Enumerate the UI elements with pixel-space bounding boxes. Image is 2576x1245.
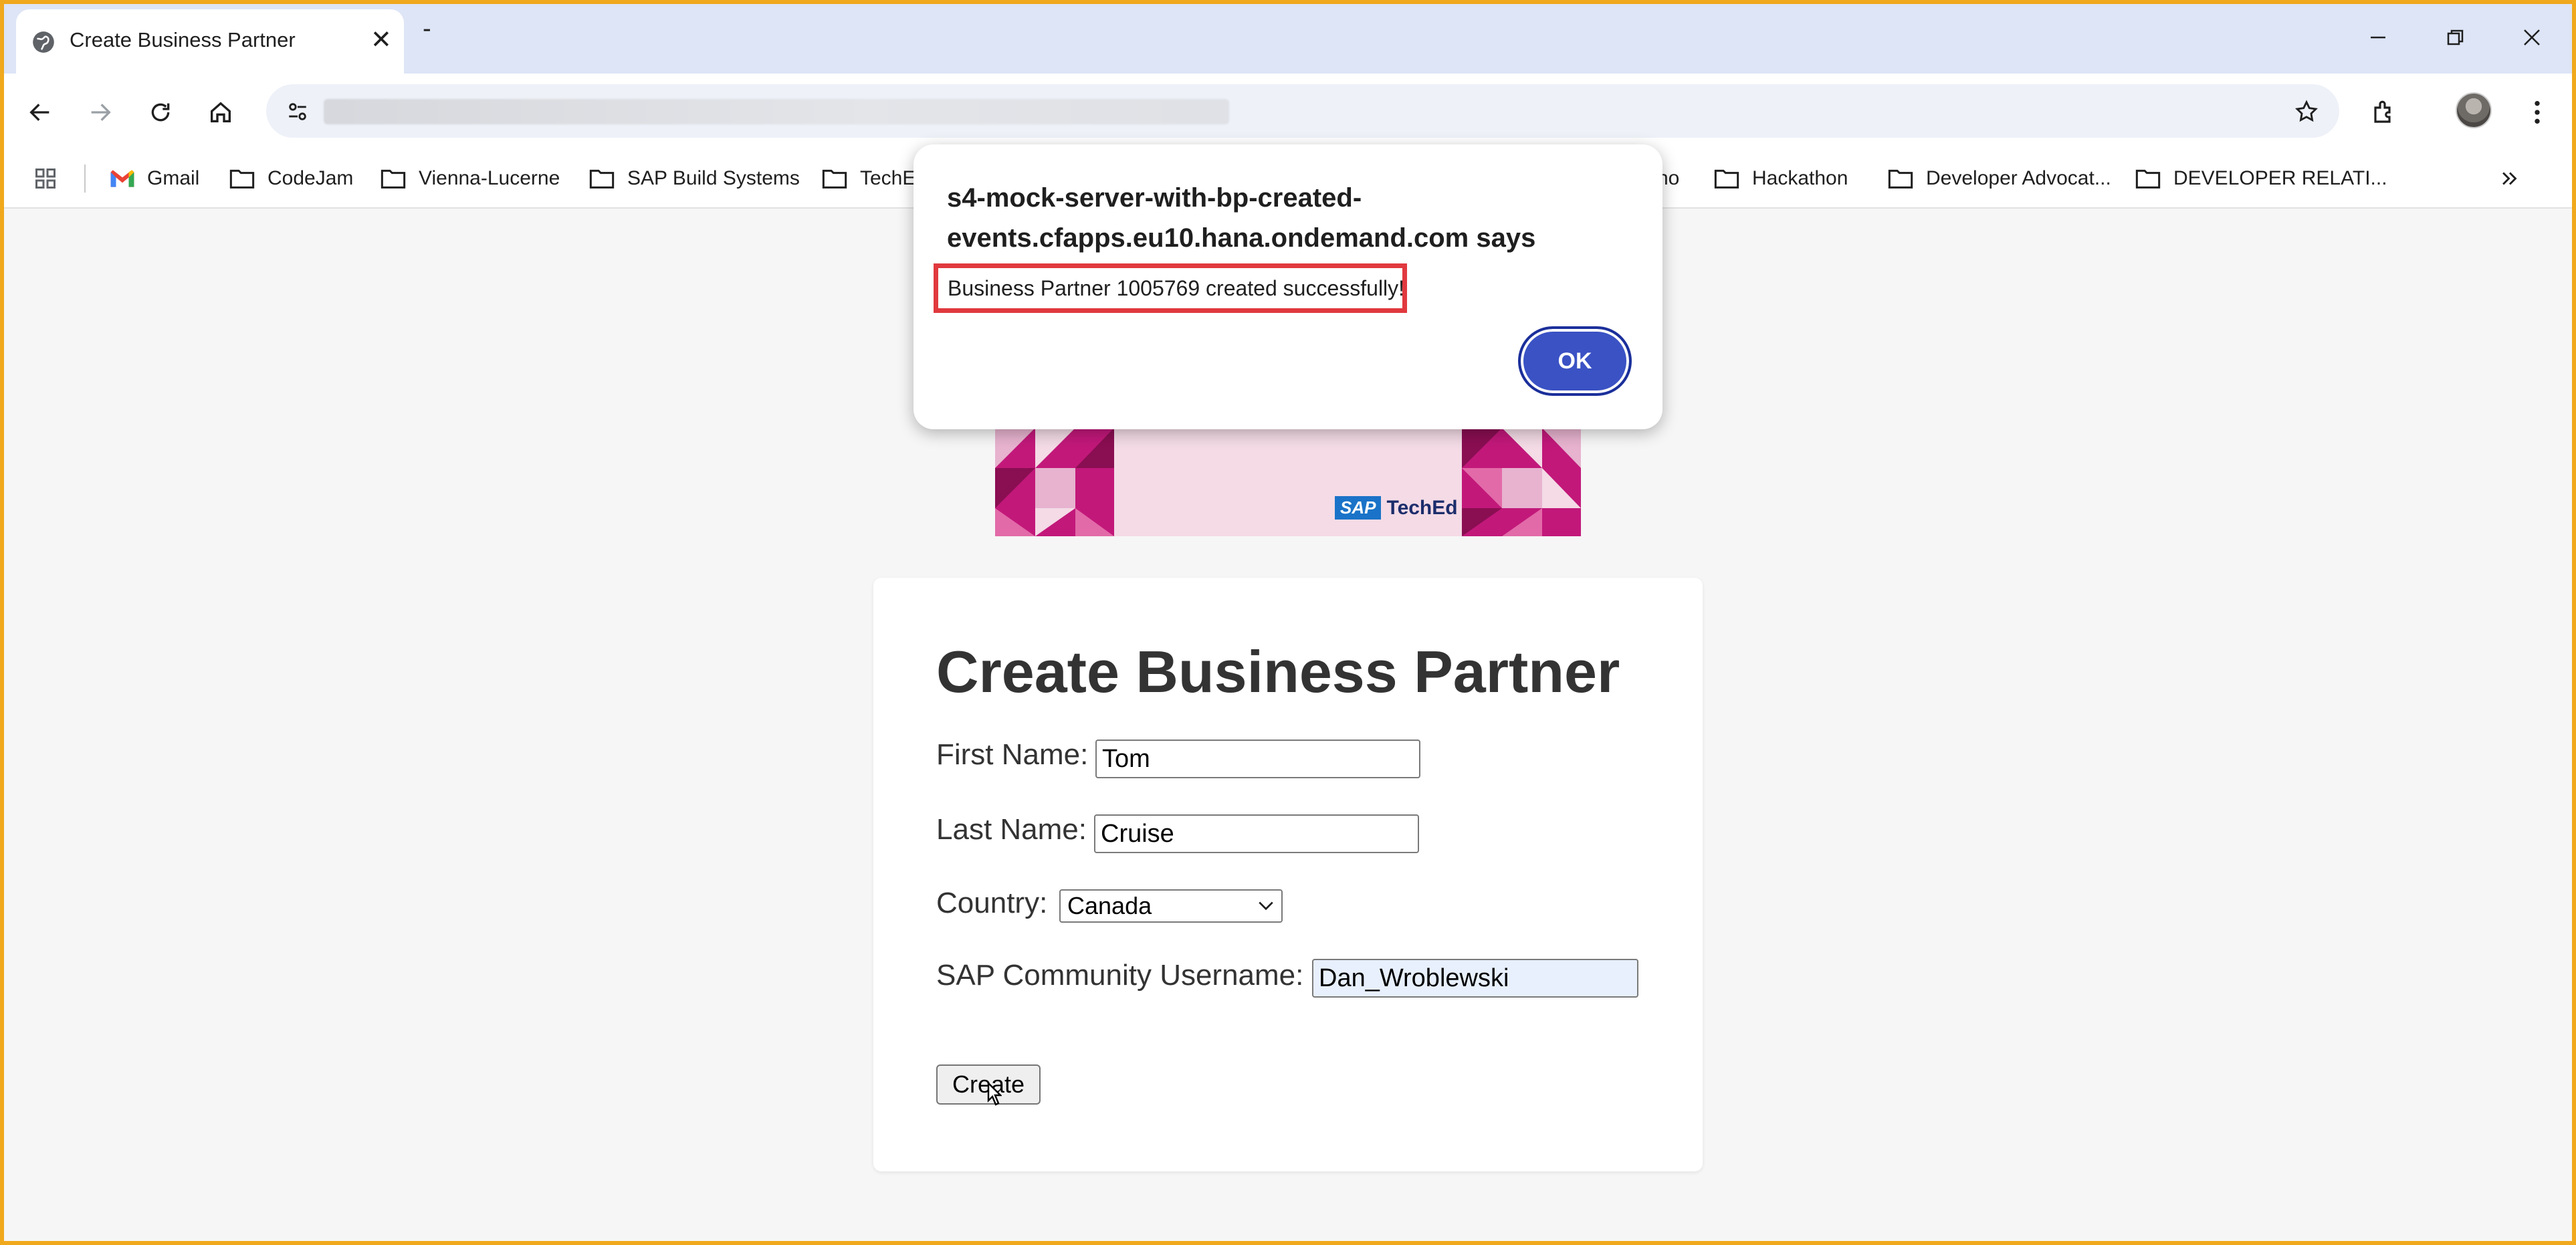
more-bookmarks-chevron-icon[interactable] <box>2498 162 2521 195</box>
menu-kebab-icon[interactable] <box>2517 92 2557 132</box>
bookmark-folder-teched[interactable]: TechE <box>821 162 916 195</box>
last-name-label: Last Name: <box>936 813 1087 846</box>
last-name-field[interactable] <box>1094 814 1419 853</box>
mouse-pointer-icon <box>987 1082 1002 1106</box>
first-name-field[interactable] <box>1095 740 1420 778</box>
restore-icon[interactable] <box>2436 17 2476 58</box>
folder-icon <box>1888 169 1913 189</box>
teched-banner: SAP TechEd <box>995 428 1581 536</box>
folder-icon <box>381 169 406 189</box>
bookmark-label: Gmail <box>147 167 200 189</box>
folder-icon <box>822 169 847 189</box>
folder-icon <box>229 169 255 189</box>
bookmark-star-icon[interactable] <box>2290 95 2323 128</box>
profile-avatar[interactable] <box>2456 92 2492 128</box>
alert-dialog: s4-mock-server-with-bp-created-events.cf… <box>914 144 1662 429</box>
gmail-icon <box>110 170 134 187</box>
site-settings-icon[interactable] <box>282 96 313 127</box>
home-icon[interactable] <box>201 92 241 132</box>
globe-icon <box>33 31 54 53</box>
bookmark-folder-hackathon[interactable]: Hackathon <box>1713 162 1848 195</box>
dialog-message: Business Partner 1005769 created success… <box>934 263 1407 313</box>
country-select[interactable]: Canada <box>1059 889 1283 923</box>
browser-tab[interactable]: Create Business Partner ✕ <box>16 9 404 74</box>
dialog-title: s4-mock-server-with-bp-created-events.cf… <box>947 183 1536 253</box>
minimize-icon[interactable] <box>2358 17 2398 58</box>
address-bar[interactable] <box>266 84 2339 138</box>
bookmark-folder-sap-build-systems[interactable]: SAP Build Systems <box>588 162 800 195</box>
chevron-down-icon <box>1259 901 1273 911</box>
back-arrow-icon[interactable] <box>20 92 60 132</box>
bookmarks-separator <box>84 164 86 193</box>
ok-button[interactable]: OK <box>1518 326 1632 396</box>
banner-pattern-left <box>995 428 1114 536</box>
folder-icon <box>1714 169 1739 189</box>
page-title: Create Business Partner <box>936 639 1620 705</box>
sap-logo: SAP <box>1335 496 1382 520</box>
new-tab-button[interactable]: - <box>423 15 431 43</box>
bookmark-folder-codejam[interactable]: CodeJam <box>229 162 353 195</box>
extensions-icon[interactable] <box>2365 92 2405 132</box>
bookmark-label: DEVELOPER RELATI... <box>2173 167 2387 189</box>
teched-wordmark: TechEd <box>1386 496 1458 519</box>
sap-teched-logo: SAP TechEd <box>1335 496 1458 520</box>
country-label: Country: <box>936 887 1048 919</box>
bookmark-label: Hackathon <box>1752 167 1848 189</box>
bookmark-label: Developer Advocat... <box>1926 167 2111 189</box>
apps-grid-icon[interactable] <box>33 162 58 195</box>
tab-title: Create Business Partner <box>70 28 296 51</box>
bookmark-folder-developer-advocates[interactable]: Developer Advocat... <box>1887 162 2111 195</box>
banner-pattern-right <box>1462 428 1581 536</box>
bookmark-label: TechE <box>860 167 916 189</box>
browser-toolbar <box>0 74 2576 148</box>
dialog-message-text: Business Partner 1005769 created success… <box>948 275 1405 300</box>
folder-icon <box>589 169 615 189</box>
bookmark-folder-vienna-lucerne[interactable]: Vienna-Lucerne <box>380 162 560 195</box>
url-text-redacted <box>324 99 1229 124</box>
first-name-label: First Name: <box>936 738 1089 771</box>
bookmark-gmail[interactable]: Gmail <box>110 162 199 195</box>
close-window-icon[interactable] <box>2512 17 2552 58</box>
bookmark-label: Vienna-Lucerne <box>419 167 560 189</box>
bookmark-label: SAP Build Systems <box>627 167 800 189</box>
country-selected-value: Canada <box>1067 892 1152 919</box>
username-field[interactable] <box>1312 959 1638 998</box>
username-label: SAP Community Username: <box>936 959 1304 992</box>
bookmark-label: CodeJam <box>267 167 354 189</box>
close-tab-icon[interactable]: ✕ <box>370 27 392 53</box>
bookmark-folder-developer-relations[interactable]: DEVELOPER RELATI... <box>2135 162 2387 195</box>
forward-arrow-icon[interactable] <box>80 92 120 132</box>
folder-icon <box>2135 169 2161 189</box>
tab-strip: Create Business Partner ✕ - <box>0 0 2576 74</box>
reload-icon[interactable] <box>140 92 181 132</box>
